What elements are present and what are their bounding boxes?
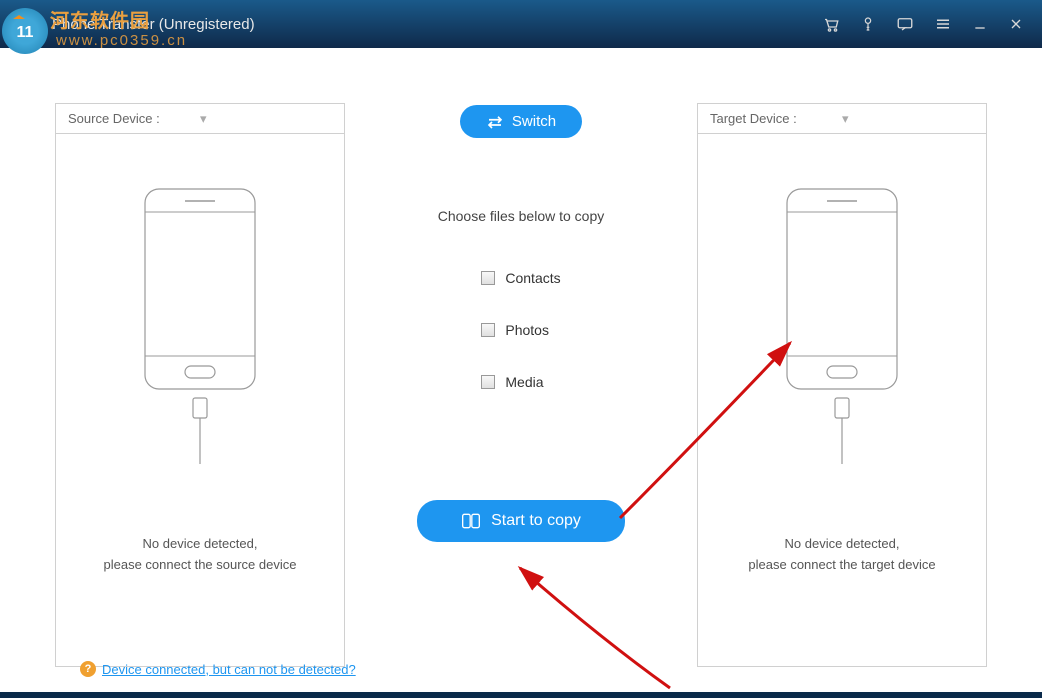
switch-icon <box>486 115 504 129</box>
question-icon: ? <box>80 661 96 677</box>
help-link-row: ? Device connected, but can not be detec… <box>80 661 356 677</box>
target-select-label: Target Device : <box>710 111 842 126</box>
phone-illustration <box>777 184 907 464</box>
window-title: Phone Transfer (Unregistered) <box>52 16 822 33</box>
menu-icon[interactable] <box>934 15 952 33</box>
center-column: Switch Choose files below to copy Contac… <box>345 103 697 667</box>
switch-button[interactable]: Switch <box>460 105 582 138</box>
checkbox-icon <box>481 375 495 389</box>
cart-icon[interactable] <box>822 15 840 33</box>
start-copy-button[interactable]: Start to copy <box>417 500 625 542</box>
chevron-down-icon: ▾ <box>842 111 974 127</box>
target-status: No device detected, please connect the t… <box>748 534 935 576</box>
feedback-icon[interactable] <box>896 15 914 33</box>
key-icon[interactable] <box>860 15 876 33</box>
target-device-select[interactable]: Target Device : ▾ <box>698 104 986 134</box>
source-device-panel: Source Device : ▾ No device detected, pl… <box>55 103 345 667</box>
watermark-text: 河东软件园 <box>50 6 150 33</box>
watermark-url: www.pc0359.cn <box>56 32 187 49</box>
device-detect-help-link[interactable]: Device connected, but can not be detecte… <box>102 662 356 677</box>
target-device-panel: Target Device : ▾ No device detected, pl… <box>697 103 987 667</box>
source-status: No device detected, please connect the s… <box>104 534 297 576</box>
phone-illustration <box>135 184 265 464</box>
close-icon[interactable] <box>1008 16 1024 32</box>
source-device-select[interactable]: Source Device : ▾ <box>56 104 344 134</box>
source-select-label: Source Device : <box>68 111 200 126</box>
photos-label: Photos <box>505 322 549 338</box>
photos-option[interactable]: Photos <box>481 322 549 338</box>
svg-text:11: 11 <box>17 24 34 41</box>
checkbox-icon <box>481 271 495 285</box>
minimize-icon[interactable] <box>972 16 988 32</box>
contacts-label: Contacts <box>505 270 560 286</box>
chevron-down-icon: ▾ <box>200 111 332 127</box>
phones-icon <box>461 512 481 530</box>
checkbox-icon <box>481 323 495 337</box>
media-label: Media <box>505 374 543 390</box>
main-content: Source Device : ▾ No device detected, pl… <box>0 48 1042 692</box>
choose-files-label: Choose files below to copy <box>438 208 605 224</box>
switch-label: Switch <box>512 113 556 130</box>
watermark-badge: 11 <box>2 8 48 54</box>
contacts-option[interactable]: Contacts <box>481 270 560 286</box>
media-option[interactable]: Media <box>481 374 543 390</box>
start-copy-label: Start to copy <box>491 512 581 530</box>
